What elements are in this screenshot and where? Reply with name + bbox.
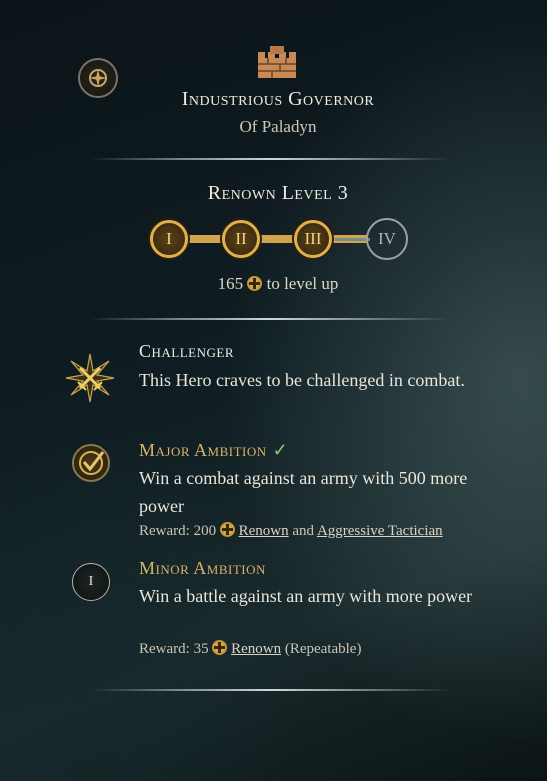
- castle-icon: [256, 44, 298, 80]
- renown-link[interactable]: Renown: [239, 523, 289, 539]
- renown-coin-icon: [247, 276, 263, 291]
- checkmark-badge-icon[interactable]: [72, 444, 110, 482]
- compass-icon: [89, 69, 107, 87]
- reward-label: Reward: 35: [139, 641, 209, 657]
- trait-description: This Hero craves to be challenged in com…: [139, 370, 465, 390]
- renown-coin-icon: [219, 522, 235, 537]
- renown-level-2[interactable]: II: [222, 220, 260, 258]
- renown-level-4-label: IV: [378, 229, 396, 248]
- hero-title: Industrious Governor: [181, 88, 375, 110]
- major-ambition-description: Win a combat against an army with 500 mo…: [139, 468, 468, 516]
- divider: [90, 318, 450, 320]
- major-ambition-title: Major Ambition ✓: [139, 440, 288, 461]
- aggressive-tactician-link[interactable]: Aggressive Tactician: [317, 523, 443, 539]
- renown-level-1-label: I: [166, 229, 172, 248]
- renown-coin-icon: [212, 640, 228, 655]
- major-ambition-reward: Reward: 200 Renown and Aggressive Tactic…: [139, 522, 539, 540]
- renown-link[interactable]: Renown: [231, 641, 281, 657]
- renown-level-3-label: III: [304, 229, 322, 248]
- renown-level-4[interactable]: IV: [366, 218, 408, 260]
- hero-subtitle: Of Paladyn: [239, 117, 317, 136]
- to-level-up-text: to level up: [266, 274, 339, 293]
- minor-ambition-icon-label: I: [88, 574, 94, 589]
- repeatable-text: (Repeatable): [284, 641, 362, 657]
- minor-ambition-description: Win a battle against an army with more p…: [139, 586, 473, 606]
- level-up-requirement: 165 to level up: [0, 274, 547, 294]
- renown-level-3[interactable]: III: [294, 220, 332, 258]
- trait-title: Challenger: [139, 341, 234, 361]
- divider: [90, 689, 450, 691]
- major-ambition-label: Major Ambition: [139, 440, 267, 460]
- completed-check-icon: ✓: [272, 440, 289, 460]
- renown-level-1[interactable]: I: [150, 220, 188, 258]
- crossed-swords-icon[interactable]: [65, 353, 115, 403]
- minor-ambition-title: Minor Ambition: [139, 558, 266, 578]
- points-needed: 165: [217, 274, 244, 293]
- reward-label: Reward: 200: [139, 523, 217, 539]
- minor-ambition-reward: Reward: 35 Renown (Repeatable): [139, 640, 539, 658]
- minor-ambition-icon[interactable]: I: [72, 563, 110, 601]
- reward-and-text: and: [292, 523, 314, 539]
- renown-progress-track-remaining: [335, 238, 370, 241]
- renown-level-2-label: II: [235, 229, 247, 248]
- renown-level-title: Renown Level 3: [207, 182, 349, 204]
- divider: [90, 158, 450, 160]
